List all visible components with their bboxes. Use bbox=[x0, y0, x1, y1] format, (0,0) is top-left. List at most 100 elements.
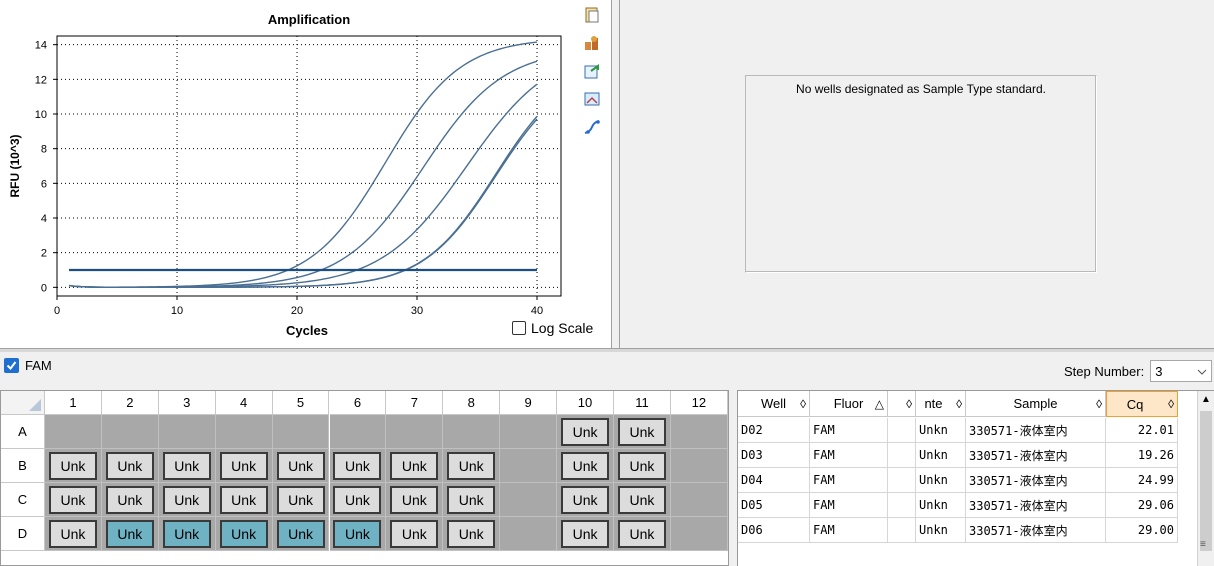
plate-row-header[interactable]: D bbox=[1, 517, 45, 551]
plate-cell[interactable]: Unk bbox=[443, 517, 501, 551]
well-button[interactable]: Unk bbox=[219, 485, 268, 514]
plate-corner[interactable] bbox=[1, 391, 45, 415]
result-cell-cq[interactable]: 19.26 bbox=[1106, 443, 1178, 468]
plate-cell[interactable]: Unk bbox=[101, 483, 159, 517]
result-cell-content[interactable]: Unkn bbox=[916, 468, 966, 493]
plate-cell[interactable] bbox=[670, 449, 728, 483]
plate-column-header[interactable]: 3 bbox=[158, 391, 216, 415]
result-cell-sample[interactable]: 330571-液体室内 bbox=[966, 518, 1106, 543]
well-button[interactable]: Unk bbox=[333, 519, 382, 548]
well-button[interactable]: Unk bbox=[276, 451, 325, 480]
plate-cell[interactable]: Unk bbox=[386, 517, 444, 551]
export-icon[interactable] bbox=[580, 32, 604, 54]
plate-cell[interactable] bbox=[45, 415, 102, 449]
result-cell-well[interactable]: D06 bbox=[738, 518, 810, 543]
fam-filter[interactable]: FAM bbox=[4, 358, 52, 373]
result-cell-cq[interactable]: 24.99 bbox=[1106, 468, 1178, 493]
plate-cell[interactable] bbox=[500, 517, 558, 551]
log-scale-checkbox[interactable] bbox=[512, 321, 526, 335]
plate-cell[interactable] bbox=[670, 517, 728, 551]
result-cell-fluor[interactable]: FAM bbox=[810, 418, 888, 443]
plate-column-header[interactable]: 7 bbox=[386, 391, 444, 415]
plate-cell[interactable]: Unk bbox=[329, 449, 387, 483]
result-cell-target[interactable] bbox=[888, 493, 916, 518]
result-cell-cq[interactable]: 29.06 bbox=[1106, 493, 1178, 518]
well-button[interactable]: Unk bbox=[333, 451, 382, 480]
curve-icon[interactable] bbox=[580, 116, 604, 138]
vertical-splitter[interactable] bbox=[612, 0, 620, 348]
column-header-content[interactable]: nte ◊ bbox=[916, 391, 966, 417]
plate-cell[interactable]: Unk bbox=[614, 483, 671, 517]
plate-cell[interactable]: Unk bbox=[272, 517, 330, 551]
plate-column-header[interactable]: 11 bbox=[614, 391, 671, 415]
plate-row-header[interactable]: C bbox=[1, 483, 45, 517]
result-cell-fluor[interactable]: FAM bbox=[810, 443, 888, 468]
well-button[interactable]: Unk bbox=[333, 485, 382, 514]
well-button[interactable]: Unk bbox=[561, 519, 610, 548]
column-header-well[interactable]: Well ◊ bbox=[738, 391, 810, 417]
plate-cell[interactable]: Unk bbox=[272, 449, 330, 483]
refresh-icon[interactable] bbox=[580, 60, 604, 82]
plate-cell[interactable]: Unk bbox=[45, 517, 102, 551]
result-cell-sample[interactable]: 330571-液体室内 bbox=[966, 443, 1106, 468]
plate-cell[interactable] bbox=[500, 415, 558, 449]
plate-cell[interactable]: Unk bbox=[215, 517, 273, 551]
step-number-select[interactable]: 3 bbox=[1150, 360, 1213, 382]
well-button[interactable]: Unk bbox=[105, 519, 154, 548]
result-cell-fluor[interactable]: FAM bbox=[810, 493, 888, 518]
plate-cell[interactable]: Unk bbox=[614, 415, 671, 449]
well-button[interactable]: Unk bbox=[390, 485, 439, 514]
results-scrollbar[interactable]: ▲ ≡ bbox=[1197, 391, 1214, 566]
plate-cell[interactable]: Unk bbox=[557, 449, 614, 483]
plate-column-header[interactable]: 5 bbox=[272, 391, 330, 415]
well-button[interactable]: Unk bbox=[617, 417, 666, 446]
plate-column-header[interactable]: 4 bbox=[215, 391, 273, 415]
result-cell-content[interactable]: Unkn bbox=[916, 418, 966, 443]
plate-cell[interactable]: Unk bbox=[329, 483, 387, 517]
result-cell-target[interactable] bbox=[888, 418, 916, 443]
result-cell-cq[interactable]: 29.00 bbox=[1106, 518, 1178, 543]
plate-column-header[interactable]: 6 bbox=[329, 391, 387, 415]
plate-column-header[interactable]: 12 bbox=[670, 391, 728, 415]
result-cell-sample[interactable]: 330571-液体室内 bbox=[966, 418, 1106, 443]
fam-checkbox[interactable] bbox=[4, 358, 19, 373]
result-cell-target[interactable] bbox=[888, 518, 916, 543]
result-cell-well[interactable]: D05 bbox=[738, 493, 810, 518]
column-header-sample[interactable]: Sample ◊ bbox=[966, 391, 1106, 417]
plate-row-header[interactable]: A bbox=[1, 415, 45, 449]
plate-column-header[interactable]: 1 bbox=[45, 391, 102, 415]
plate-cell[interactable] bbox=[500, 449, 558, 483]
result-cell-content[interactable]: Unkn bbox=[916, 493, 966, 518]
plate-cell[interactable] bbox=[443, 415, 501, 449]
well-button[interactable]: Unk bbox=[561, 417, 610, 446]
plate-cell[interactable]: Unk bbox=[45, 449, 102, 483]
plate-cell[interactable]: Unk bbox=[215, 449, 273, 483]
plate-cell[interactable]: Unk bbox=[557, 517, 614, 551]
plate-cell[interactable]: Unk bbox=[443, 483, 501, 517]
result-cell-well[interactable]: D04 bbox=[738, 468, 810, 493]
plate-cell[interactable]: Unk bbox=[614, 449, 671, 483]
column-header-target[interactable]: ◊ bbox=[888, 391, 916, 417]
well-button[interactable]: Unk bbox=[162, 519, 211, 548]
column-header-fluor[interactable]: Fluor △ bbox=[810, 391, 888, 417]
result-cell-content[interactable]: Unkn bbox=[916, 443, 966, 468]
well-button[interactable]: Unk bbox=[105, 451, 154, 480]
result-cell-fluor[interactable]: FAM bbox=[810, 468, 888, 493]
well-button[interactable]: Unk bbox=[447, 451, 496, 480]
plate-cell[interactable]: Unk bbox=[45, 483, 102, 517]
well-button[interactable]: Unk bbox=[617, 451, 666, 480]
well-button[interactable]: Unk bbox=[162, 451, 211, 480]
well-button[interactable]: Unk bbox=[447, 519, 496, 548]
well-button[interactable]: Unk bbox=[561, 485, 610, 514]
plate-cell[interactable]: Unk bbox=[215, 483, 273, 517]
well-button[interactable]: Unk bbox=[162, 485, 211, 514]
plate-cell[interactable]: Unk bbox=[557, 415, 614, 449]
well-button[interactable]: Unk bbox=[561, 451, 610, 480]
plate-row-header[interactable]: B bbox=[1, 449, 45, 483]
plate-cell[interactable] bbox=[500, 483, 558, 517]
well-button[interactable]: Unk bbox=[276, 519, 325, 548]
well-button[interactable]: Unk bbox=[390, 451, 439, 480]
result-cell-sample[interactable]: 330571-液体室内 bbox=[966, 468, 1106, 493]
result-cell-cq[interactable]: 22.01 bbox=[1106, 418, 1178, 443]
result-cell-sample[interactable]: 330571-液体室内 bbox=[966, 493, 1106, 518]
